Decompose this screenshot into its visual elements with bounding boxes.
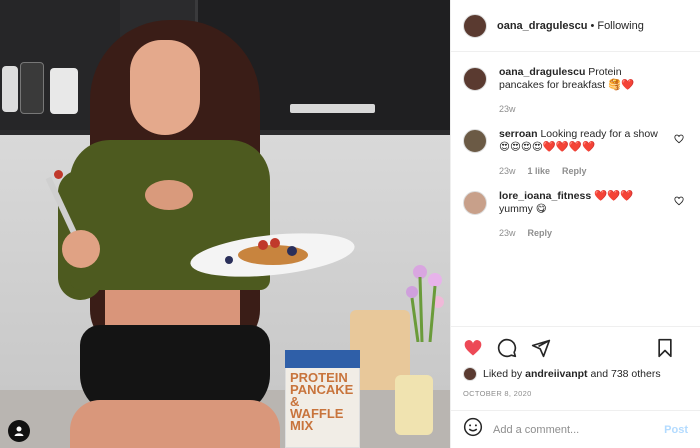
comments-list: oana_dragulescu Protein pancakes for bre… xyxy=(451,52,700,326)
heart-icon[interactable] xyxy=(674,196,684,209)
caption-time[interactable]: 23w xyxy=(499,104,516,114)
username-link[interactable]: oana_dragulescu xyxy=(497,20,587,32)
caption: oana_dragulescu Protein pancakes for bre… xyxy=(463,66,688,114)
supplement-jar xyxy=(2,66,18,112)
following-button[interactable]: Following xyxy=(597,20,643,32)
comment-username[interactable]: serroan xyxy=(499,128,538,140)
likes-prefix: Liked by xyxy=(483,368,523,380)
product-box-title: PROTEIN PANCAKE & WAFFLE MIX xyxy=(290,370,354,433)
caption-username[interactable]: oana_dragulescu xyxy=(499,66,585,78)
comment-likes[interactable]: 1 like xyxy=(528,166,551,176)
post-header: oana_dragulescu • Following xyxy=(451,0,700,52)
pancakes xyxy=(238,245,308,265)
post-image[interactable]: PROTEIN PANCAKE & WAFFLE MIX xyxy=(0,0,450,448)
blueberry xyxy=(225,256,233,264)
supplement-jar xyxy=(50,68,78,114)
smiley-icon[interactable] xyxy=(463,417,483,442)
raspberry xyxy=(258,240,268,250)
face xyxy=(130,40,200,135)
comment-item: serroan Looking ready for a show 😍😍😍😍❤️❤… xyxy=(463,128,688,176)
post-date[interactable]: OCTOBER 8, 2020 xyxy=(463,389,688,398)
comment-time[interactable]: 23w xyxy=(499,166,516,176)
avatar[interactable] xyxy=(463,13,487,38)
reply-button[interactable]: Reply xyxy=(562,166,587,176)
likes-summary: Liked by andreiivanpt and 738 others xyxy=(463,367,688,381)
post-button[interactable]: Post xyxy=(664,424,688,436)
avatar[interactable] xyxy=(463,129,487,153)
comment-time[interactable]: 23w xyxy=(499,228,516,238)
paper-plane-icon[interactable] xyxy=(531,338,551,358)
raspberry-on-fork xyxy=(54,170,63,179)
avatar[interactable] xyxy=(463,191,487,215)
heart-icon[interactable] xyxy=(674,134,684,147)
action-bar: Liked by andreiivanpt and 738 others OCT… xyxy=(451,326,700,398)
raspberry xyxy=(270,238,280,248)
reply-button[interactable]: Reply xyxy=(528,228,553,238)
comment-input[interactable]: Add a comment... xyxy=(493,424,664,436)
likes-count[interactable]: and 738 others xyxy=(591,368,661,380)
comment-item: lore_ioana_fitness ❤️❤️❤️ yummy 😋 23w Re… xyxy=(463,190,688,238)
person-tag-icon[interactable] xyxy=(8,420,30,442)
blueberry xyxy=(287,246,297,256)
liker-username[interactable]: andreiivanpt xyxy=(525,368,587,380)
avatar[interactable] xyxy=(463,67,487,91)
cabinet-handle xyxy=(290,104,375,113)
product-box-band xyxy=(285,350,360,368)
separator-dot: • xyxy=(590,19,595,32)
comment-username[interactable]: lore_ioana_fitness xyxy=(499,190,591,202)
bookmark-icon[interactable] xyxy=(656,338,674,358)
heart-icon[interactable] xyxy=(463,338,483,358)
midriff xyxy=(105,290,240,330)
legs xyxy=(70,400,280,448)
post-modal: PROTEIN PANCAKE & WAFFLE MIX oana_dragul… xyxy=(0,0,700,448)
supplement-jar xyxy=(20,62,44,114)
hand xyxy=(62,230,100,268)
add-comment-bar: Add a comment... Post xyxy=(451,410,700,448)
top-cutout xyxy=(145,180,193,210)
post-sidebar: oana_dragulescu • Following oana_dragule… xyxy=(450,0,700,448)
spread-jar xyxy=(395,375,433,435)
avatar[interactable] xyxy=(463,367,477,381)
comment-icon[interactable] xyxy=(497,338,517,358)
